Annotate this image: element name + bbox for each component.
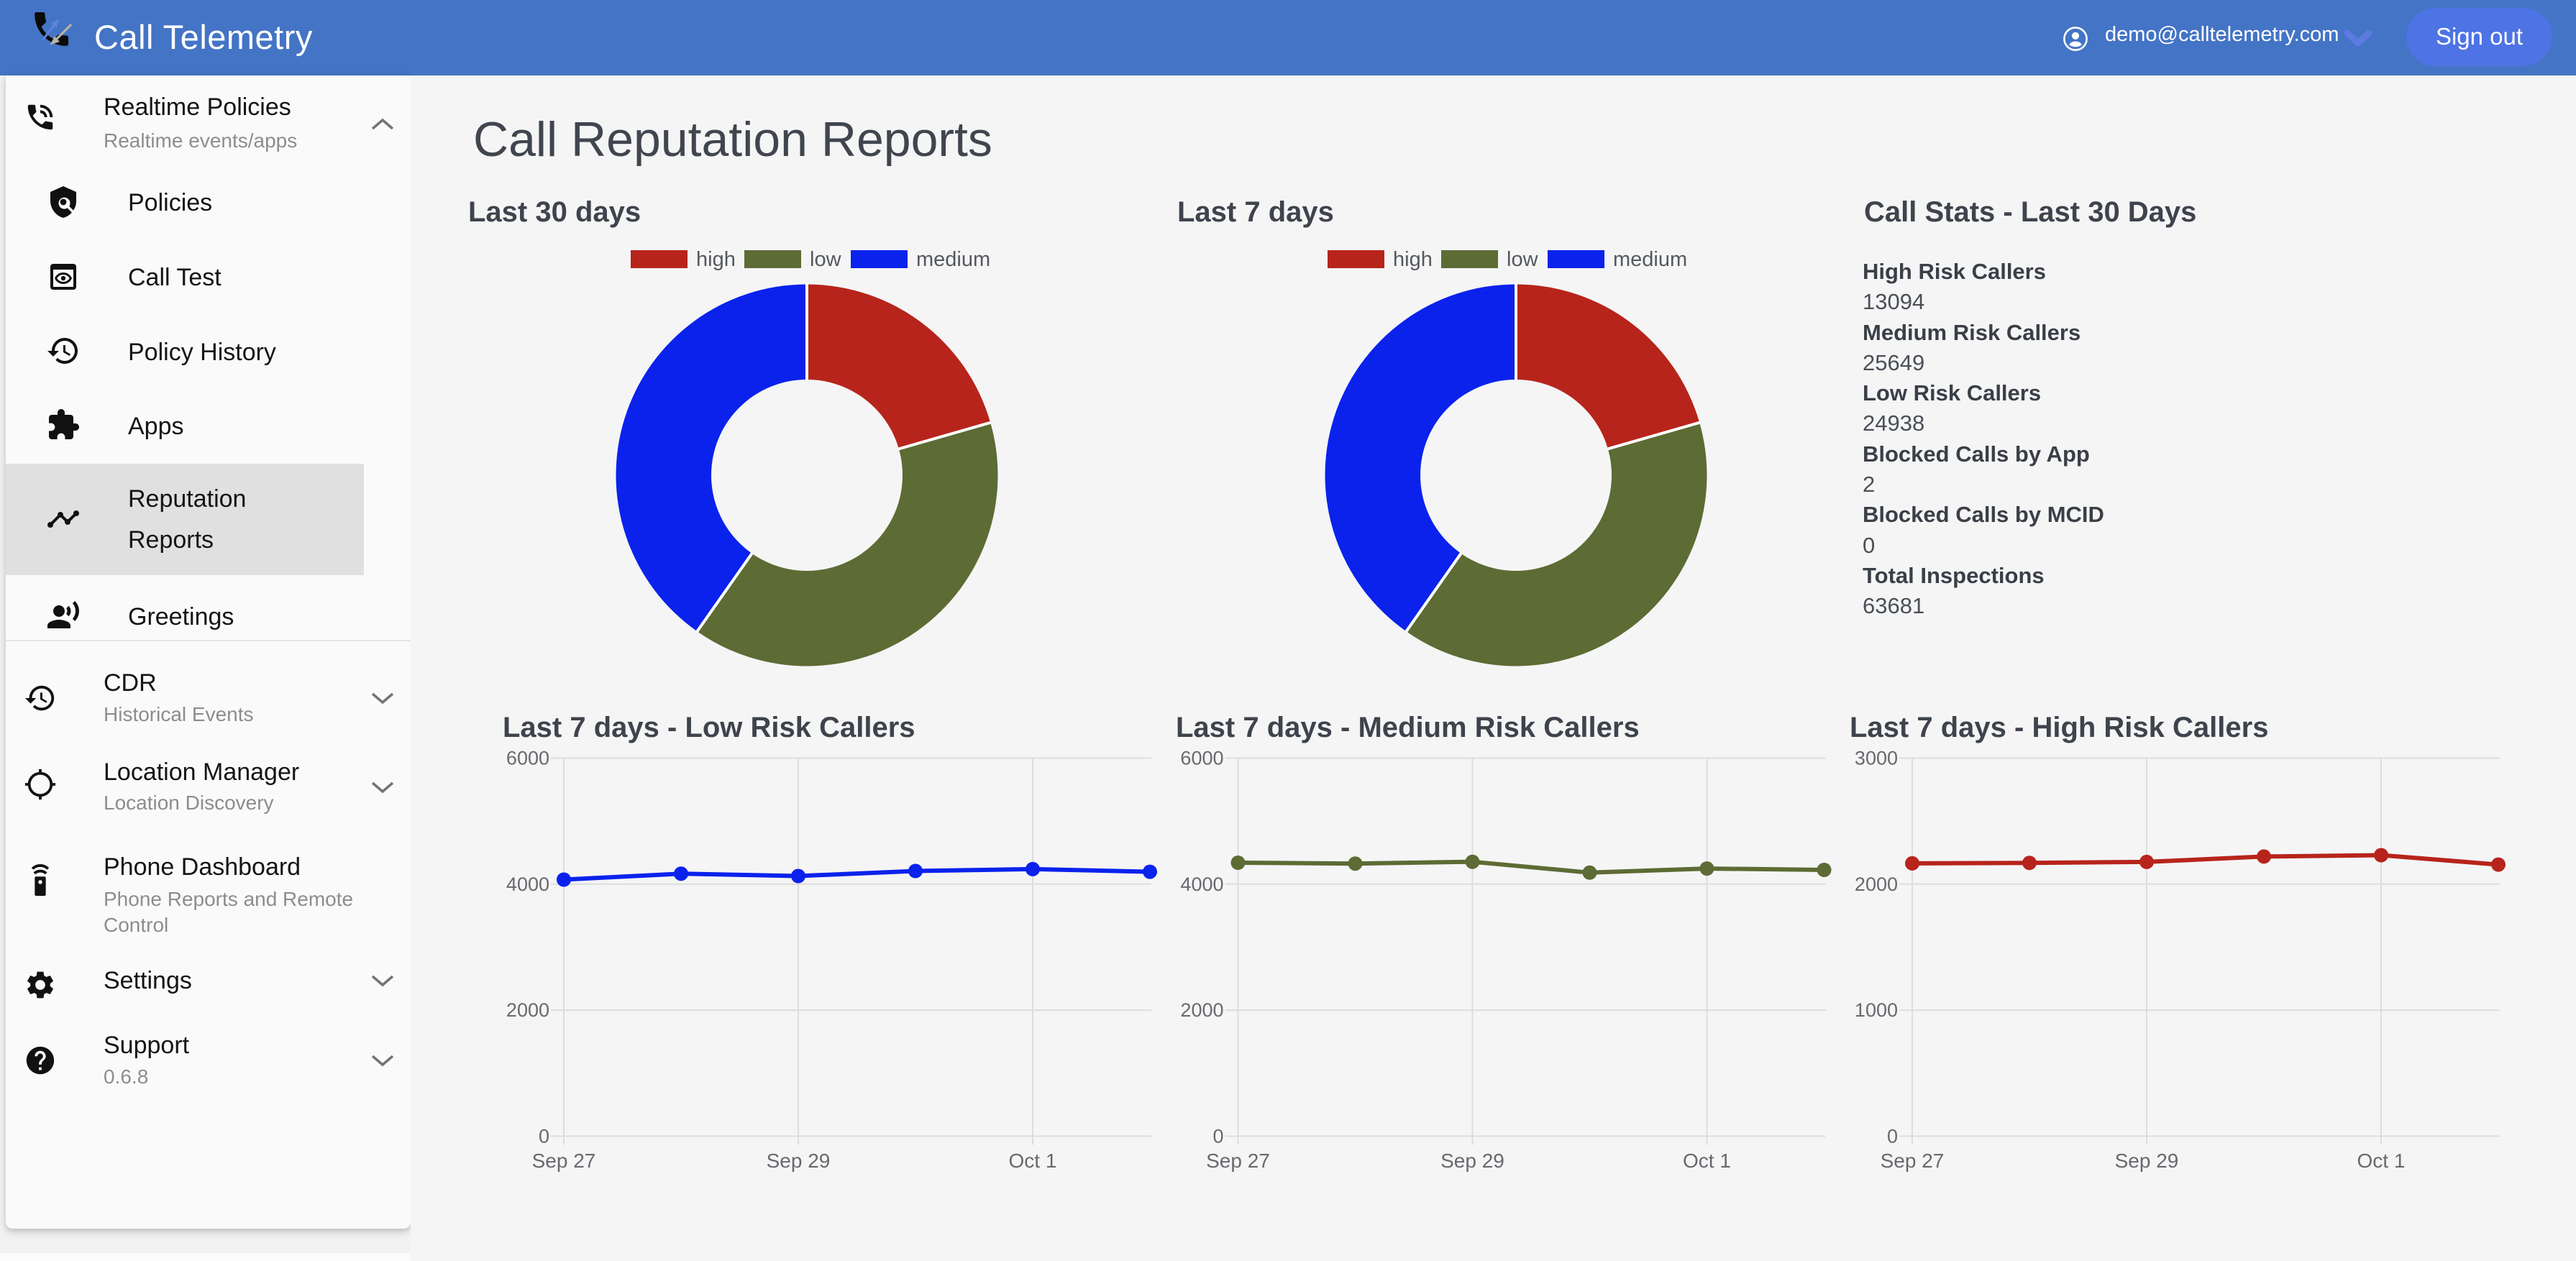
svg-text:Sep 27: Sep 27	[1206, 1150, 1270, 1172]
svg-text:Sep 29: Sep 29	[767, 1150, 831, 1172]
svg-text:0: 0	[539, 1125, 549, 1147]
svg-text:6000: 6000	[1180, 748, 1223, 769]
svg-text:3000: 3000	[1855, 748, 1898, 769]
svg-text:Oct 1: Oct 1	[1009, 1150, 1057, 1172]
svg-text:Sep 29: Sep 29	[2115, 1150, 2179, 1172]
svg-text:Sep 27: Sep 27	[1881, 1150, 1945, 1172]
svg-text:0: 0	[1887, 1125, 1898, 1147]
svg-text:Oct 1: Oct 1	[1683, 1150, 1731, 1172]
svg-text:4000: 4000	[1180, 873, 1223, 895]
svg-text:Sep 27: Sep 27	[532, 1150, 596, 1172]
svg-text:Last 7 days - High Risk Caller: Last 7 days - High Risk Callers	[1850, 712, 2268, 743]
svg-text:Oct 1: Oct 1	[2357, 1150, 2406, 1172]
svg-text:Last 7 days - Medium Risk Call: Last 7 days - Medium Risk Callers	[1176, 712, 1640, 743]
svg-text:1000: 1000	[1855, 999, 1898, 1021]
svg-text:0: 0	[1212, 1125, 1223, 1147]
svg-text:2000: 2000	[1855, 873, 1898, 895]
svg-text:2000: 2000	[1180, 999, 1223, 1021]
svg-text:Last 7 days - Low Risk Callers: Last 7 days - Low Risk Callers	[503, 712, 915, 743]
svg-text:Sep 29: Sep 29	[1440, 1150, 1504, 1172]
svg-text:4000: 4000	[506, 873, 549, 895]
svg-text:6000: 6000	[506, 748, 549, 769]
svg-text:2000: 2000	[506, 999, 549, 1021]
